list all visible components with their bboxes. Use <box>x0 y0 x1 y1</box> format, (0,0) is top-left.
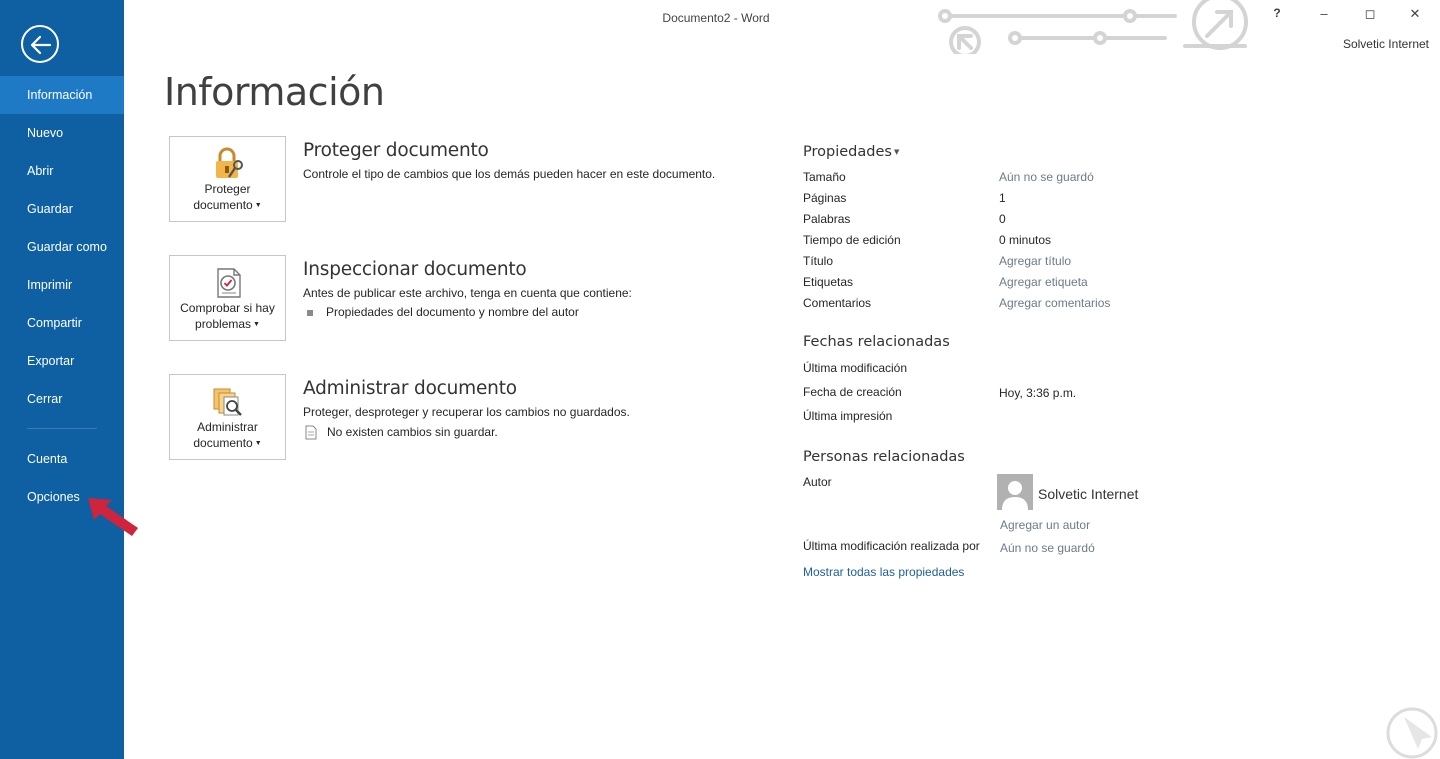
caret-down-icon: ▼ <box>254 201 262 209</box>
author-label: Autor <box>803 475 832 489</box>
nav-item-imprimir[interactable]: Imprimir <box>0 266 124 304</box>
account-name[interactable]: Solvetic Internet <box>1343 37 1429 51</box>
maximize-button[interactable]: ◻ <box>1359 6 1381 22</box>
properties-dropdown[interactable]: Propiedades ▼ <box>803 144 899 160</box>
prop-value-words: 0 <box>999 212 1006 226</box>
inspect-bullet: Propiedades del documento y nombre del a… <box>307 305 579 319</box>
author-name[interactable]: Solvetic Internet <box>1038 486 1138 502</box>
manage-bullet-text: No existen cambios sin guardar. <box>327 425 498 439</box>
nav-item-cerrar[interactable]: Cerrar <box>0 380 124 418</box>
protect-button-line1: Proteger <box>204 182 251 196</box>
document-icon <box>305 425 317 440</box>
prop-value-pages: 1 <box>999 191 1006 205</box>
check-issues-button[interactable]: Comprobar si hay problemas ▼ <box>169 255 286 341</box>
nav-item-guardar[interactable]: Guardar <box>0 190 124 228</box>
prop-value-title-input[interactable]: Agregar título <box>999 254 1071 268</box>
window-title: Documento2 - Word <box>662 11 770 25</box>
page-title: Información <box>164 70 385 114</box>
prop-label-title: Título <box>803 254 834 268</box>
check-button-line1: Comprobar si hay <box>180 301 275 315</box>
nav-item-nuevo[interactable]: Nuevo <box>0 114 124 152</box>
nav-item-informacion[interactable]: Información <box>0 76 124 114</box>
inspect-section-title: Inspeccionar documento <box>303 259 527 280</box>
manage-button-line1: Administrar <box>197 420 258 434</box>
related-dates-heading: Fechas relacionadas <box>803 334 950 350</box>
solvetic-watermark-icon <box>1386 707 1438 759</box>
prop-label-pages: Páginas <box>803 191 847 205</box>
inspect-section-desc: Antes de publicar este archivo, tenga en… <box>303 286 632 300</box>
nav-item-cuenta[interactable]: Cuenta <box>0 440 124 478</box>
nav-item-exportar[interactable]: Exportar <box>0 342 124 380</box>
lock-key-icon <box>216 147 243 178</box>
back-button[interactable] <box>21 25 59 63</box>
prop-label-edit-time: Tiempo de edición <box>803 233 901 247</box>
circuit-pattern-icon <box>938 0 1248 54</box>
last-modified-by-label: Última modificación realizada por <box>803 539 980 553</box>
manage-section-desc: Proteger, desproteger y recuperar los ca… <box>303 405 630 419</box>
prop-label-size: Tamaño <box>803 170 846 184</box>
arrow-left-icon <box>30 35 52 55</box>
check-button-line2: problemas <box>195 317 252 331</box>
inspect-bullet-text: Propiedades del documento y nombre del a… <box>326 305 579 319</box>
protect-section-title: Proteger documento <box>303 140 489 161</box>
nav-item-abrir[interactable]: Abrir <box>0 152 124 190</box>
user-silhouette-icon <box>1002 481 1028 510</box>
manage-button-line2: documento <box>193 436 253 450</box>
protect-section-desc: Controle el tipo de cambios que los demá… <box>303 167 716 181</box>
inspect-document-icon <box>217 268 241 298</box>
protect-button-line2: documento <box>193 198 253 212</box>
minimize-button[interactable]: – <box>1313 6 1335 21</box>
caret-down-icon: ▼ <box>253 320 260 328</box>
manage-section-title: Administrar documento <box>303 378 517 399</box>
manage-versions-icon <box>213 388 242 416</box>
date-label-created: Fecha de creación <box>803 385 902 399</box>
manage-bullet: No existen cambios sin guardar. <box>304 425 498 440</box>
prop-label-words: Palabras <box>803 212 851 226</box>
help-button[interactable]: ? <box>1266 6 1288 20</box>
caret-down-icon: ▼ <box>893 148 900 156</box>
prop-label-comments: Comentarios <box>803 296 872 310</box>
bullet-square-icon <box>307 309 313 316</box>
prop-value-tags-input[interactable]: Agregar etiqueta <box>999 275 1088 289</box>
date-value-created: Hoy, 3:36 p.m. <box>999 386 1077 400</box>
prop-value-edit-time: 0 minutos <box>999 233 1052 247</box>
manage-document-button[interactable]: Administrar documento ▼ <box>169 374 286 460</box>
caret-down-icon: ▼ <box>254 439 262 447</box>
show-all-properties-link[interactable]: Mostrar todas las propiedades <box>803 565 964 579</box>
protect-document-button[interactable]: Proteger documento ▼ <box>169 136 286 222</box>
properties-heading: Propiedades <box>803 144 892 160</box>
date-label-last-printed: Última impresión <box>803 409 893 423</box>
nav-item-compartir[interactable]: Compartir <box>0 304 124 342</box>
avatar[interactable] <box>997 474 1033 510</box>
close-button[interactable]: ✕ <box>1404 6 1426 22</box>
prop-value-size: Aún no se guardó <box>999 170 1094 184</box>
prop-label-tags: Etiquetas <box>803 275 854 289</box>
date-label-last-modified: Última modificación <box>803 361 908 375</box>
prop-value-comments-input[interactable]: Agregar comentarios <box>999 296 1110 310</box>
add-author-input[interactable]: Agregar un autor <box>1000 518 1090 532</box>
last-modified-by-value: Aún no se guardó <box>1000 541 1095 555</box>
sidebar-divider <box>27 428 97 429</box>
related-people-heading: Personas relacionadas <box>803 449 965 465</box>
annotation-arrow-icon <box>88 498 138 536</box>
backstage-sidebar: Información Nuevo Abrir Guardar Guardar … <box>0 0 124 759</box>
nav-item-guardar-como[interactable]: Guardar como <box>0 228 124 266</box>
